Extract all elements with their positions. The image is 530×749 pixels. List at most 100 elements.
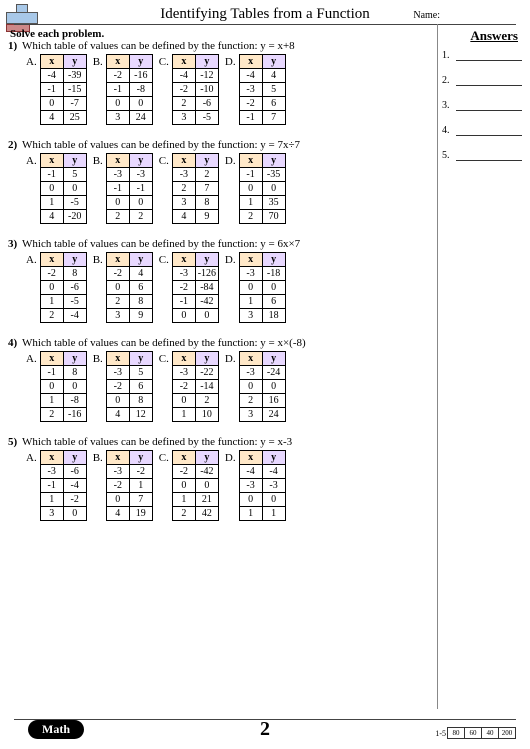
logo-icon (6, 4, 46, 30)
table-row: -15 (40, 168, 86, 182)
table-row: -1-42 (172, 295, 218, 309)
col-y: y (195, 451, 218, 465)
cell-y: -4 (63, 309, 86, 323)
table-row: -1-35 (239, 168, 285, 182)
col-y: y (195, 55, 218, 69)
cell-x: -3 (172, 267, 195, 281)
table-row: 28 (106, 295, 152, 309)
answer-blank[interactable] (456, 100, 522, 111)
option: A.xy-3-6-1-41-230 (26, 450, 87, 521)
problem-number: 2) (8, 139, 22, 151)
cell-x: 0 (106, 493, 129, 507)
option: C.xy-3-22-2-1402110 (159, 351, 219, 422)
options-row: A.xy-3-6-1-41-230B.xy-3-2-2107419C.xy-2-… (26, 450, 426, 521)
table-row: 22 (106, 210, 152, 224)
col-y: y (129, 352, 152, 366)
table-row: 216 (239, 394, 285, 408)
table-row: -18 (40, 366, 86, 380)
table-row: -1-1 (106, 182, 152, 196)
answer-blank[interactable] (456, 150, 522, 161)
col-x: x (239, 451, 262, 465)
table-row: 242 (172, 507, 218, 521)
cell-y: -18 (262, 267, 285, 281)
cell-y: 5 (129, 366, 152, 380)
table-row: 4-20 (40, 210, 86, 224)
table-row: 110 (172, 408, 218, 422)
cell-x: -3 (239, 83, 262, 97)
cell-x: 4 (106, 507, 129, 521)
cell-y: 0 (262, 182, 285, 196)
cell-x: 0 (239, 380, 262, 394)
cell-x: 2 (40, 309, 63, 323)
cell-x: -2 (172, 281, 195, 295)
option-label: D. (225, 351, 236, 365)
cell-y: 8 (63, 267, 86, 281)
cell-x: -1 (40, 366, 63, 380)
table-row: 00 (239, 182, 285, 196)
table-row: -17 (239, 111, 285, 125)
cell-y: -3 (262, 479, 285, 493)
table-row: -2-10 (172, 83, 218, 97)
table-row: 1-8 (40, 394, 86, 408)
cell-y: -126 (195, 267, 218, 281)
table-row: -3-126 (172, 267, 218, 281)
option: D.xy-3-2400216324 (225, 351, 286, 422)
col-x: x (40, 55, 63, 69)
answer-number: 5. (442, 150, 454, 161)
cell-y: 21 (195, 493, 218, 507)
option-label: D. (225, 54, 236, 68)
footer: Math 2 1-5806040200 (0, 719, 530, 741)
cell-x: 2 (239, 394, 262, 408)
option: A.xy-15001-54-20 (26, 153, 87, 224)
col-y: y (63, 352, 86, 366)
problem-number: 1) (8, 40, 22, 52)
col-x: x (106, 154, 129, 168)
cell-y: -16 (63, 408, 86, 422)
table-row: -1-15 (40, 83, 86, 97)
option-label: B. (93, 54, 103, 68)
options-row: A.xy-4-39-1-150-7425B.xy-2-16-1-800324C.… (26, 54, 426, 125)
col-y: y (262, 253, 285, 267)
cell-y: -2 (63, 493, 86, 507)
value-table: xy-3-180016318 (239, 252, 286, 323)
cell-x: -3 (106, 168, 129, 182)
table-row: 0-6 (40, 281, 86, 295)
score-label: 1-5 (435, 729, 446, 738)
table-row: 00 (172, 309, 218, 323)
cell-x: 4 (172, 210, 195, 224)
cell-y: -24 (262, 366, 285, 380)
table-row: 00 (239, 281, 285, 295)
option-label: D. (225, 450, 236, 464)
cell-y: -5 (63, 196, 86, 210)
table-row: -4-4 (239, 465, 285, 479)
cell-x: 0 (239, 493, 262, 507)
table-row: 00 (239, 380, 285, 394)
cell-y: 4 (262, 69, 285, 83)
cell-y: 2 (195, 168, 218, 182)
cell-y: 0 (195, 309, 218, 323)
cell-y: 0 (262, 380, 285, 394)
answer-blank[interactable] (456, 50, 522, 61)
cell-x: -1 (40, 168, 63, 182)
col-x: x (106, 55, 129, 69)
table-row: -3-6 (40, 465, 86, 479)
cell-y: 2 (195, 394, 218, 408)
col-y: y (195, 253, 218, 267)
cell-y: -16 (129, 69, 152, 83)
answer-line: 3. (442, 100, 522, 111)
cell-x: 0 (239, 182, 262, 196)
cell-x: -2 (172, 465, 195, 479)
table-row: 02 (172, 394, 218, 408)
cell-y: -22 (195, 366, 218, 380)
answer-blank[interactable] (456, 125, 522, 136)
col-y: y (63, 253, 86, 267)
problem: 2)Which table of values can be defined b… (8, 139, 426, 224)
cell-y: 35 (262, 196, 285, 210)
cell-x: -1 (106, 83, 129, 97)
cell-x: 1 (172, 493, 195, 507)
answer-blank[interactable] (456, 75, 522, 86)
cell-y: -7 (63, 97, 86, 111)
table-row: -26 (106, 380, 152, 394)
cell-x: -3 (40, 465, 63, 479)
col-x: x (172, 55, 195, 69)
